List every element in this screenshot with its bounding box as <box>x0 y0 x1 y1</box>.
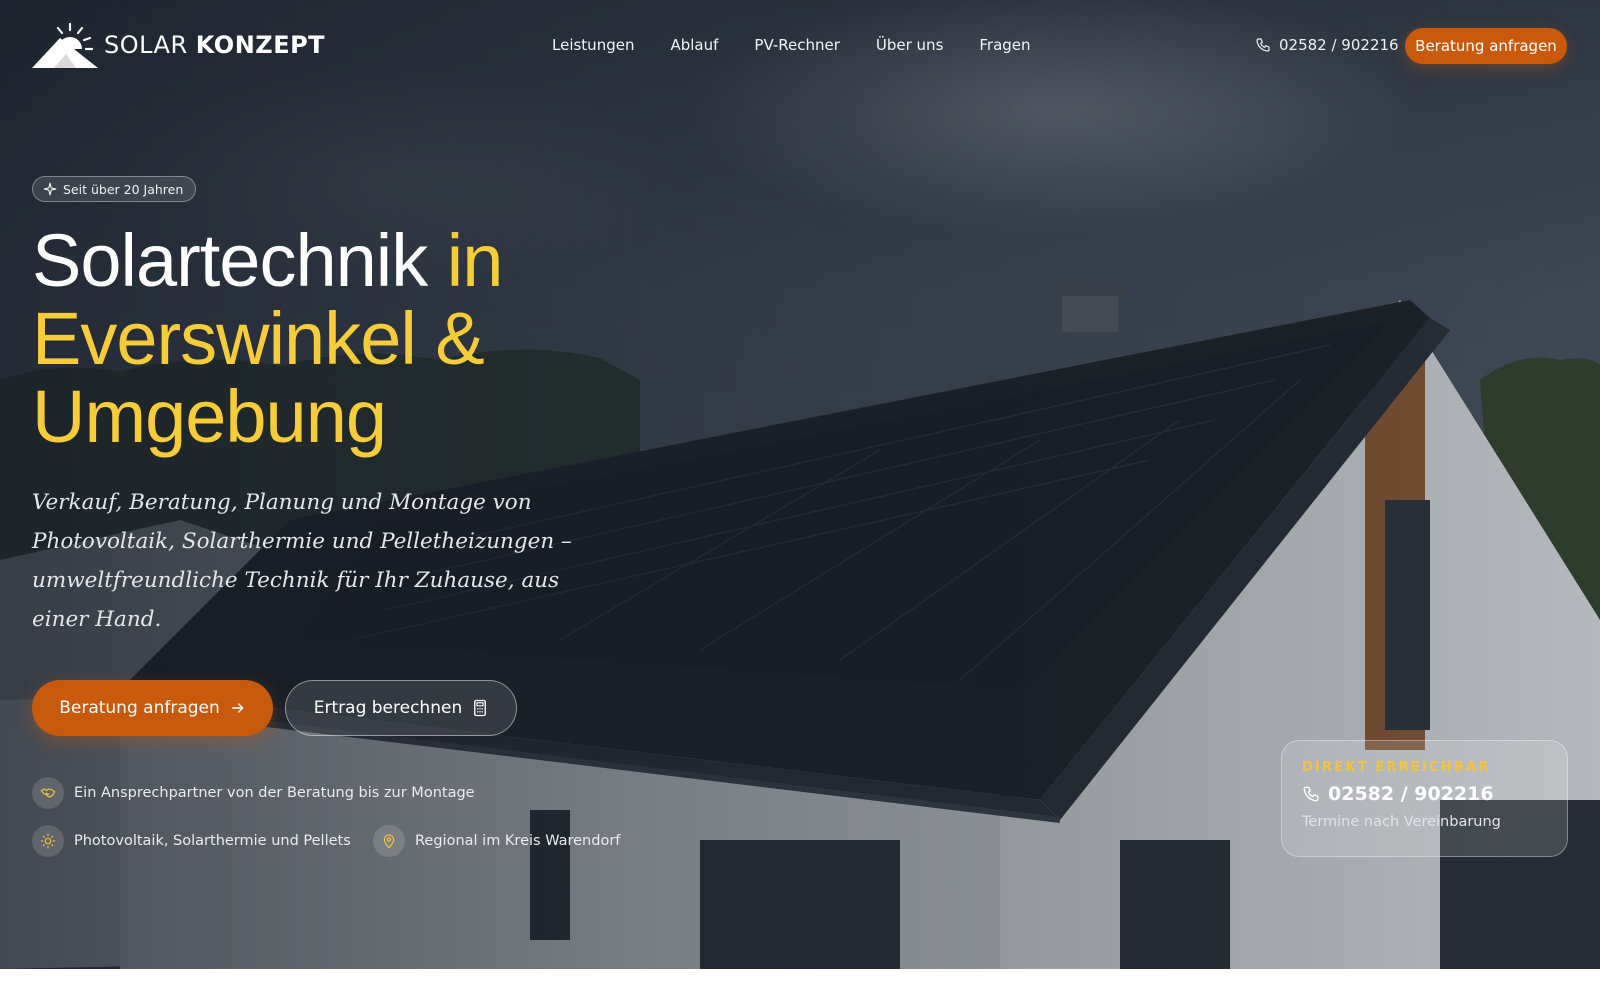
map-pin-icon <box>373 825 405 857</box>
phone-icon <box>1256 38 1270 52</box>
header-phone-number: 02582 / 902216 <box>1279 36 1399 54</box>
direct-contact-card: DIREKT ERREICHBAR 02582 / 902216 Termine… <box>1281 740 1568 857</box>
badge-label: Seit über 20 Jahren <box>63 181 184 197</box>
main-navigation: Leistungen Ablauf PV-Rechner Über uns Fr… <box>552 36 1031 54</box>
arrow-right-icon <box>231 703 244 713</box>
header-cta-button[interactable]: Beratung anfragen <box>1405 28 1567 64</box>
contact-card-note: Termine nach Vereinbarung <box>1302 814 1501 830</box>
contact-card-phone-number: 02582 / 902216 <box>1328 783 1494 805</box>
sparkle-icon <box>43 182 57 196</box>
contact-card-label: DIREKT ERREICHBAR <box>1302 760 1491 775</box>
yield-calculator-button[interactable]: Ertrag berechnen <box>285 680 517 736</box>
experience-badge: Seit über 20 Jahren <box>32 176 197 202</box>
header-phone-link[interactable]: 02582 / 902216 <box>1255 36 1399 54</box>
feature-text: Photovoltaik, Solarthermie und Pellets <box>74 833 351 849</box>
feature-text: Ein Ansprechpartner von der Beratung bis… <box>74 785 475 801</box>
sun-roof-logo-icon <box>32 22 98 68</box>
nav-item-leistungen[interactable]: Leistungen <box>552 36 634 54</box>
contact-card-phone-link[interactable]: 02582 / 902216 <box>1302 783 1547 805</box>
brand-name-light: SOLAR <box>104 31 188 59</box>
headline-white-part: Solartechnik <box>32 219 428 302</box>
feature-item-one-contact: Ein Ansprechpartner von der Beratung bis… <box>32 777 475 809</box>
hero-headline: Solartechnik in Everswinkel & Umgebung <box>32 222 652 456</box>
nav-item-ablauf[interactable]: Ablauf <box>670 36 718 54</box>
sun-icon <box>32 825 64 857</box>
handshake-icon <box>32 777 64 809</box>
hero-section: SOLAR KONZEPT Leistungen Ablauf PV-Rechn… <box>0 0 1600 969</box>
feature-item-technologies: Photovoltaik, Solarthermie und Pellets <box>32 825 351 857</box>
brand-wordmark: SOLAR KONZEPT <box>104 31 325 59</box>
feature-item-region: Regional im Kreis Warendorf <box>373 825 620 857</box>
nav-item-ueber-uns[interactable]: Über uns <box>876 36 944 54</box>
phone-icon <box>1303 786 1319 802</box>
nav-item-fragen[interactable]: Fragen <box>979 36 1030 54</box>
secondary-button-label: Ertrag berechnen <box>313 698 463 718</box>
brand-name-bold: KONZEPT <box>195 31 326 59</box>
calculator-icon <box>474 699 487 717</box>
hero-subtitle: Verkauf, Beratung, Planung und Montage v… <box>32 490 572 632</box>
consultation-request-button[interactable]: Beratung anfragen <box>32 680 273 736</box>
nav-item-pv-rechner[interactable]: PV-Rechner <box>754 36 839 54</box>
primary-button-label: Beratung anfragen <box>59 698 220 718</box>
brand-logo[interactable]: SOLAR KONZEPT <box>32 22 325 68</box>
feature-text: Regional im Kreis Warendorf <box>415 833 621 849</box>
